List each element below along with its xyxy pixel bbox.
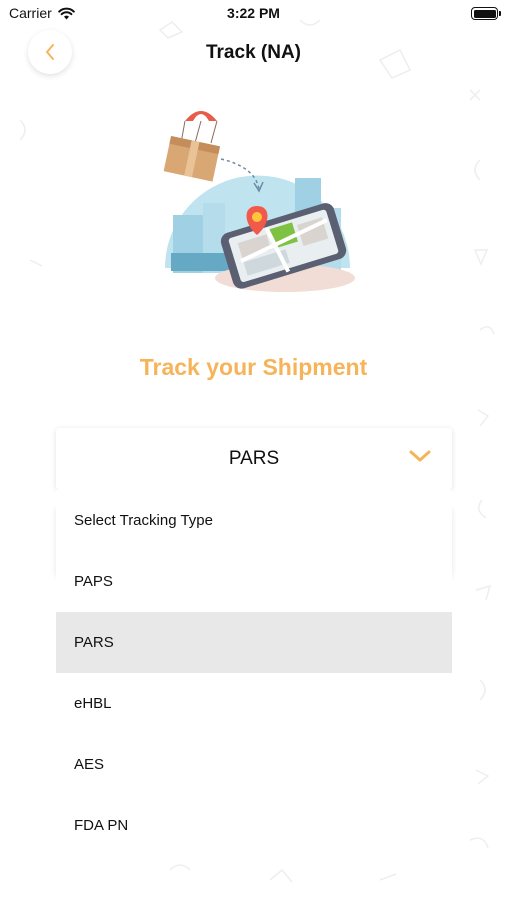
- tracking-type-select[interactable]: PARS: [56, 428, 452, 490]
- selected-tracking-type: PARS: [228, 448, 280, 469]
- dropdown-option-aes[interactable]: AES: [56, 734, 452, 795]
- battery-icon: [471, 7, 501, 20]
- status-bar: Carrier 3:22 PM: [0, 0, 507, 28]
- page-title: Track (NA): [205, 42, 302, 63]
- dropdown-option-paps[interactable]: PAPS: [56, 551, 452, 612]
- dropdown-option-pars[interactable]: PARS: [56, 612, 452, 673]
- section-heading: Track your Shipment: [139, 354, 368, 380]
- dropdown-option-select-tracking-type[interactable]: Select Tracking Type: [56, 490, 452, 551]
- shipment-tracking-illustration: [163, 111, 355, 292]
- dropdown-option-ehbl[interactable]: eHBL: [56, 673, 452, 734]
- clock: 3:22 PM: [227, 5, 280, 21]
- chevron-down-icon: [409, 450, 431, 462]
- tracking-type-dropdown: Select Tracking Type PAPS PARS eHBL AES …: [56, 490, 452, 856]
- dropdown-option-fda-pn[interactable]: FDA PN: [56, 795, 452, 856]
